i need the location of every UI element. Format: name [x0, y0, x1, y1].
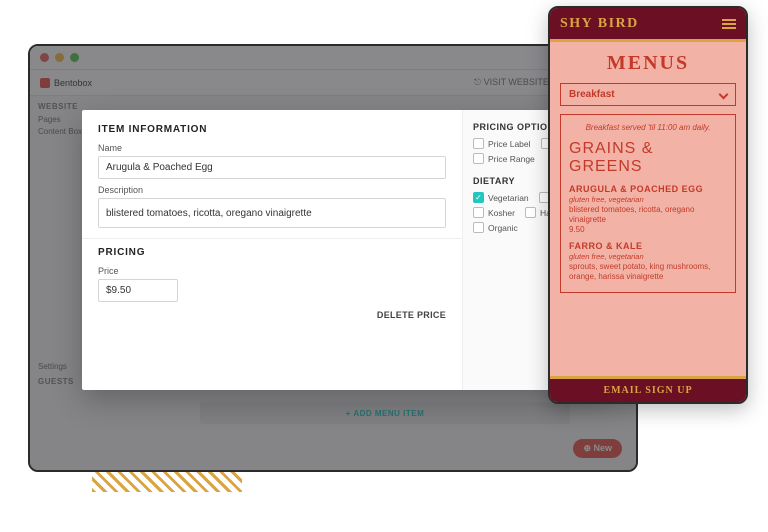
phone-header: SHY BIRD	[550, 8, 746, 42]
app-header: Bentobox ⎋ VISIT WEBSITE ⊞ DASHBOARD	[30, 70, 636, 96]
name-label: Name	[98, 143, 446, 153]
visit-website-link[interactable]: ⎋ VISIT WEBSITE	[474, 77, 549, 88]
served-note: Breakfast served 'til 11:00 am daily.	[569, 123, 727, 132]
window-maximize[interactable]	[70, 53, 79, 62]
price-range-checkbox[interactable]: Price Range	[473, 153, 535, 164]
kosher-checkbox[interactable]: Kosher	[473, 207, 515, 218]
dish-2-dietary: gluten free, vegetarian	[569, 252, 727, 261]
brand-name: Bentobox	[54, 78, 92, 88]
add-menu-item-button[interactable]: + ADD MENU ITEM	[200, 402, 570, 424]
item-modal: ITEM INFORMATION Name Description PRICIN…	[82, 110, 612, 390]
item-information-title: ITEM INFORMATION	[98, 124, 446, 135]
price-label: Price	[98, 266, 446, 276]
window-close[interactable]	[40, 53, 49, 62]
restaurant-name: SHY BIRD	[560, 16, 639, 32]
price-label-checkbox[interactable]: Price Label	[473, 138, 531, 149]
selected-menu: Breakfast	[569, 89, 615, 100]
pricing-title: PRICING	[98, 247, 446, 258]
menus-heading: MENUS	[550, 52, 746, 75]
dish-1-desc: blistered tomatoes, ricotta, oregano vin…	[569, 205, 727, 225]
dish-2-name: FARRO & KALE	[569, 241, 727, 251]
menu-section-title: GRAINS & GREENS	[569, 140, 727, 176]
menu-body: Breakfast served 'til 11:00 am daily. GR…	[560, 114, 736, 293]
new-button[interactable]: ⊕ New	[573, 439, 622, 458]
dish-2-desc: sprouts, sweet potato, king mushrooms, o…	[569, 262, 727, 282]
organic-checkbox[interactable]: Organic	[473, 222, 518, 233]
email-signup-button[interactable]: EMAIL SIGN UP	[550, 376, 746, 402]
description-label: Description	[98, 185, 446, 195]
dish-1-price: 9.50	[569, 225, 727, 235]
phone-preview: SHY BIRD MENUS Breakfast Breakfast serve…	[548, 6, 748, 404]
dish-1-dietary: gluten free, vegetarian	[569, 195, 727, 204]
window-minimize[interactable]	[55, 53, 64, 62]
menu-icon[interactable]	[722, 19, 736, 29]
brand-logo	[40, 78, 50, 88]
price-input[interactable]	[98, 279, 178, 302]
delete-price-button[interactable]: DELETE PRICE	[98, 310, 446, 320]
window-controls	[30, 46, 636, 70]
name-input[interactable]	[98, 156, 446, 179]
menu-category-select[interactable]: Breakfast	[560, 83, 736, 106]
vegetarian-checkbox[interactable]: ✓Vegetarian	[473, 192, 529, 203]
dish-1-name: ARUGULA & POACHED EGG	[569, 184, 727, 194]
chevron-down-icon	[719, 90, 729, 100]
description-input[interactable]	[98, 198, 446, 228]
